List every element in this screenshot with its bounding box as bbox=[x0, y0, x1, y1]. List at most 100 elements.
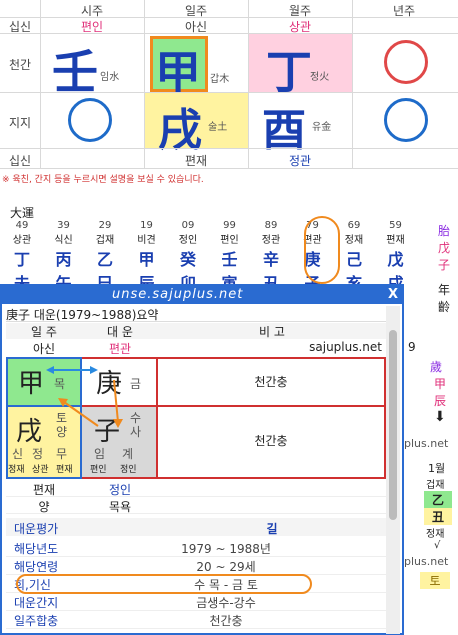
daewoon-sipsin: 편재 bbox=[386, 235, 405, 246]
right-age: 9 bbox=[408, 340, 416, 354]
daewoon-age: 49 bbox=[15, 220, 29, 231]
daewoon-age: 99 bbox=[223, 220, 236, 231]
down-arrow-icon[interactable]: ⬇ bbox=[434, 409, 458, 425]
close-icon[interactable]: X bbox=[388, 287, 398, 302]
popup-r1-bigo: sajuplus.net bbox=[309, 340, 382, 354]
jiji-siju-circle[interactable] bbox=[68, 98, 112, 142]
daewoon-title: 大運 bbox=[10, 206, 35, 220]
side-nyeon: 年 bbox=[437, 283, 450, 297]
daewoon-sipsin: 상관 bbox=[12, 235, 32, 246]
daewoon-gan: 丙 bbox=[55, 250, 72, 269]
cheongan-nyeonju-circle[interactable] bbox=[384, 40, 428, 84]
popup-scrollbar-thumb[interactable] bbox=[389, 330, 397, 520]
bottom-sipsin-ilju[interactable]: 편재 bbox=[144, 152, 248, 169]
right-month-sipsin: 겁재 bbox=[426, 480, 445, 491]
daewoon-gan: 辛 bbox=[262, 250, 279, 269]
popup-heading: 庚子 대운(1979~1988)요약 bbox=[6, 306, 386, 322]
popup-gan-bigo: 천간충 bbox=[158, 357, 386, 407]
popup-detail-value: 천간충 bbox=[209, 614, 243, 628]
popup-detail-label: 일주합충 bbox=[14, 614, 59, 628]
daewoon-item[interactable]: 19비견甲辰 bbox=[127, 220, 167, 294]
side-tae: 胎 bbox=[437, 224, 450, 238]
daewoon-item[interactable]: 49상관丁未 bbox=[2, 220, 42, 294]
daewoon-age: 09 bbox=[181, 220, 195, 231]
right-month-ji[interactable]: 丑 bbox=[424, 508, 452, 525]
right-year-label: 歲 bbox=[430, 360, 443, 374]
daewoon-sipsin: 비견 bbox=[137, 235, 156, 246]
popup-detail-label: 대운간지 bbox=[14, 596, 59, 610]
right-site: plus.net bbox=[404, 437, 449, 450]
daewoon-gan: 甲 bbox=[138, 250, 155, 269]
popup-detail-row: 해당년도 1979 ~ 1988년 bbox=[6, 538, 386, 557]
daewoon-item[interactable]: 89정관辛丑 bbox=[251, 220, 291, 294]
right-side-panel: 9 歲 甲 辰 ⬇ plus.net 1월 겁재 乙 丑 정재 √ plus.n… bbox=[404, 340, 458, 589]
popup-r1-ilju: 아신 bbox=[32, 342, 56, 356]
popup-header-row: 일 주 대 운 비 고 bbox=[6, 323, 386, 339]
daewoon-gan: 戊 bbox=[387, 250, 404, 269]
saju-table: 시주 일주 월주 년주 십신 편인 아신 상관 천간 壬 임水 甲 갑木 丁 정… bbox=[0, 0, 458, 170]
daewoon-sipsin: 정인 bbox=[178, 235, 198, 246]
popup-window: unse.sajuplus.net X 庚子 대운(1979~1988)요약 일… bbox=[0, 284, 404, 635]
daewoon-item[interactable]: 39식신丙午 bbox=[44, 220, 84, 294]
popup-detail-row: 해당연령 20 ~ 29세 bbox=[6, 556, 386, 575]
popup-detail-label: 해당연령 bbox=[14, 560, 59, 574]
jiji-ilju[interactable]: 戌 술土 bbox=[144, 92, 248, 156]
cheongan-wolju[interactable]: 丁 정火 bbox=[248, 34, 352, 99]
daewoon-sipsin: 정재 bbox=[344, 235, 364, 246]
daewoon-age: 29 bbox=[98, 220, 112, 231]
popup-row1: 아신 편관 sajuplus.net bbox=[6, 340, 386, 356]
daewoon-age: 19 bbox=[140, 220, 153, 231]
relation-arrows bbox=[46, 366, 123, 428]
daewoon-item[interactable]: 69정재己亥 bbox=[334, 220, 374, 294]
daewoon-sipsin: 편인 bbox=[220, 235, 239, 246]
daewoon-item[interactable]: 29겁재乙巳 bbox=[85, 220, 125, 294]
side-mu: 戊 bbox=[437, 241, 450, 255]
daewoon-age: 89 bbox=[264, 220, 278, 231]
popup-hdr-daewoon: 대 운 bbox=[107, 325, 133, 339]
popup-row4: 편재 정인 bbox=[6, 481, 386, 497]
popup-eval-value: 길 bbox=[266, 522, 278, 536]
right-year-b: 辰 bbox=[434, 394, 447, 408]
cheongan-ilju[interactable]: 甲 bbox=[150, 36, 208, 100]
popup-detail-row: 일주합충 천간충 bbox=[6, 610, 386, 629]
right-month-mark: √ bbox=[434, 540, 441, 551]
popup-detail-value: 금생수-강수 bbox=[196, 596, 256, 610]
right-bottom-char: 토 bbox=[420, 572, 450, 589]
popup-title: unse.sajuplus.net bbox=[112, 287, 244, 302]
jiji-nyeonju-circle[interactable] bbox=[384, 98, 428, 142]
bottom-sipsin-wolju[interactable]: 정관 bbox=[248, 152, 352, 169]
popup-ji-bigo: 천간충 bbox=[158, 407, 386, 479]
right-month-label: 1월 bbox=[428, 462, 446, 475]
daewoon-age: 59 bbox=[389, 220, 402, 231]
cheongan-siju[interactable]: 壬 임水 bbox=[40, 34, 144, 99]
jiji-wolju[interactable]: 酉 유金 bbox=[248, 92, 352, 156]
daewoon-gan: 丁 bbox=[13, 250, 30, 269]
cheongan-ilju-sub: 갑木 bbox=[210, 74, 230, 85]
right-month-sipsin2: 정재 bbox=[426, 529, 445, 540]
popup-detail-value: 1979 ~ 1988년 bbox=[181, 542, 271, 556]
popup-scrollbar[interactable] bbox=[386, 306, 400, 634]
right-month-gan[interactable]: 乙 bbox=[424, 491, 452, 508]
popup-detail-row: 대운간지 금생수-강수 bbox=[6, 592, 386, 611]
daewoon-item[interactable]: 99편인壬寅 bbox=[210, 220, 250, 294]
daewoon-item[interactable]: 59편재戊戌 bbox=[376, 220, 416, 294]
daewoon-gan: 癸 bbox=[179, 250, 196, 269]
popup-r5-daewoon: 목욕 bbox=[108, 500, 132, 514]
side-ryeong: 齡 bbox=[437, 300, 450, 314]
daewoon-gan: 己 bbox=[345, 250, 362, 269]
popup-detail-value: 20 ~ 29세 bbox=[196, 560, 256, 574]
daewoon-gan: 壬 bbox=[221, 250, 238, 269]
popup-titlebar: unse.sajuplus.net X bbox=[2, 286, 402, 304]
row-label-bottom-sipsin: 십신 bbox=[8, 154, 32, 168]
popup-eval-row: 대운평가 길 bbox=[6, 518, 386, 536]
row-label-jiji: 지지 bbox=[8, 116, 32, 130]
popup-r1-daewoon: 편관 bbox=[108, 342, 132, 356]
popup-hdr-ilju: 일 주 bbox=[31, 325, 57, 339]
popup-r4-daewoon: 정인 bbox=[108, 483, 132, 497]
daewoon-sipsin: 정관 bbox=[261, 235, 281, 246]
daewoon-sipsin: 겁재 bbox=[95, 235, 115, 246]
daewoon-item[interactable]: 09정인癸卯 bbox=[168, 220, 208, 294]
row-label-cheongan: 천간 bbox=[8, 58, 32, 72]
popup-eval-label: 대운평가 bbox=[14, 522, 59, 536]
daewoon-sipsin: 식신 bbox=[54, 235, 73, 246]
